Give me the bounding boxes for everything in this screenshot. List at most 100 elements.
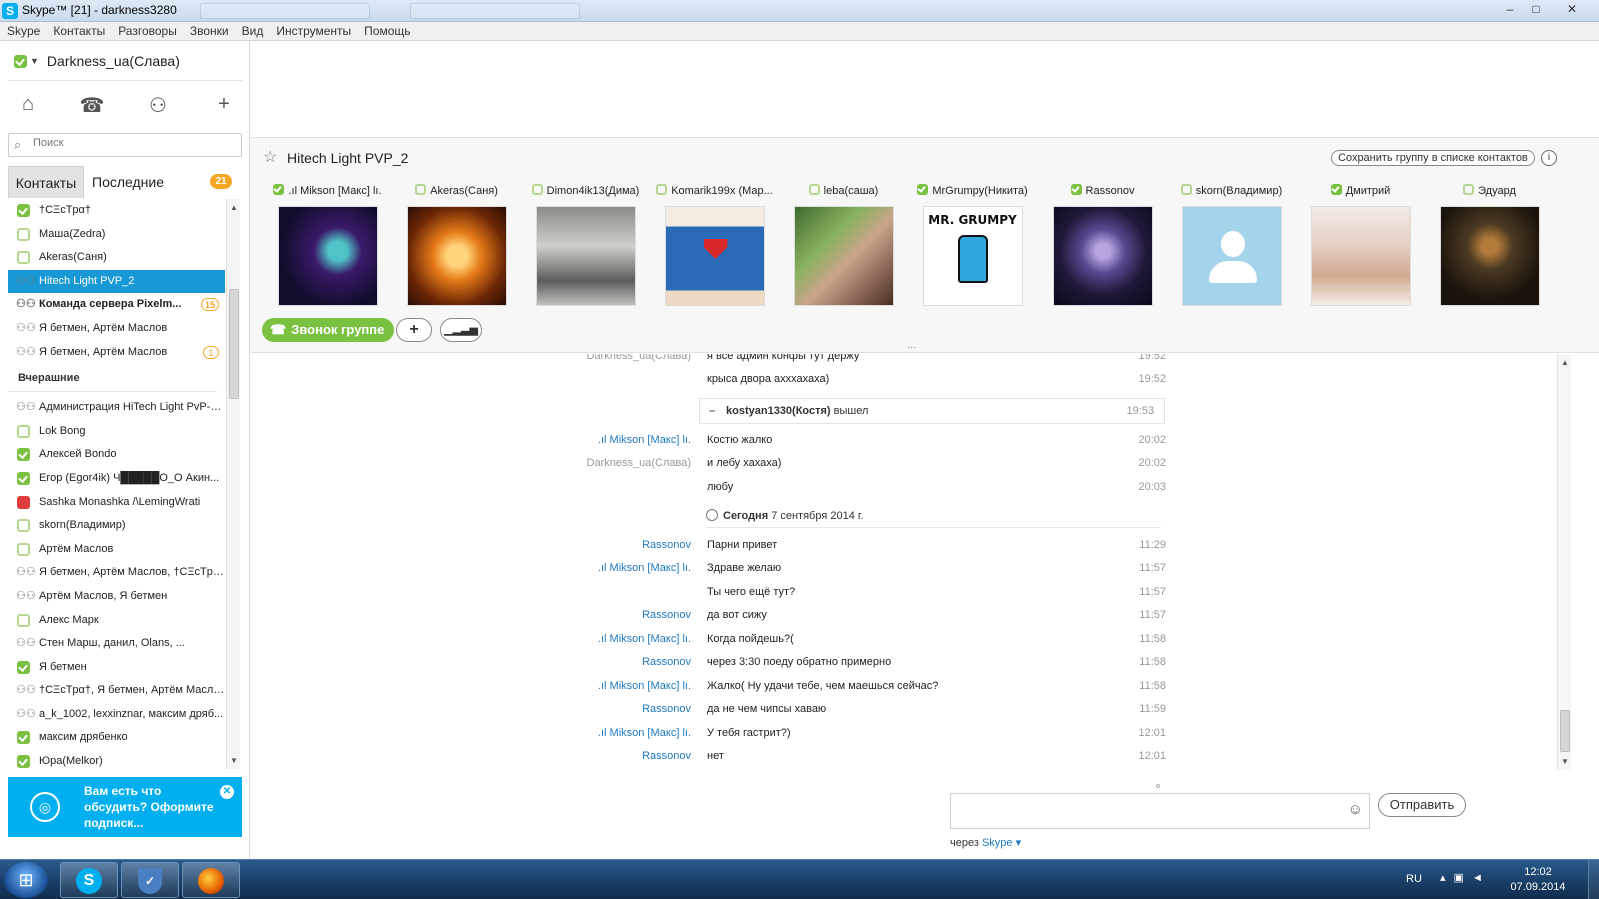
participant-avatar[interactable]: MR. GRUMPY <box>922 206 1023 306</box>
menu-item[interactable]: Вид <box>235 22 270 38</box>
add-participant-button[interactable]: + <box>396 318 432 342</box>
participant-tile[interactable]: Эдуард <box>1427 184 1552 306</box>
message-sender[interactable]: Rassonov <box>251 651 691 674</box>
show-desktop-button[interactable] <box>1588 860 1599 899</box>
promo-text[interactable]: Вам есть что обсудить? Оформите подписк.… <box>84 783 224 831</box>
participant-avatar[interactable] <box>1052 206 1153 306</box>
scroll-up-icon[interactable]: ▲ <box>230 203 238 212</box>
menu-item[interactable]: Звонки <box>183 22 235 38</box>
minimize-button[interactable]: – <box>1497 1 1523 19</box>
participant-tile[interactable]: MrGrumpy(Никита) MR. GRUMPY <box>910 184 1035 306</box>
participant-tile[interactable]: Dimon4ik13(Дима) <box>523 184 648 306</box>
online-status-icon[interactable] <box>14 54 27 68</box>
participant-tile[interactable]: .ıl Mikson [Макс] lı. <box>265 184 390 306</box>
volume-icon[interactable]: ◄ <box>1472 872 1491 884</box>
start-button[interactable]: ⊞ <box>4 862 48 898</box>
contact-item[interactable]: ⚇⚇ Стен Марш, данил, Olans, ... <box>8 632 225 656</box>
message-sender[interactable]: Darkness_ua(Слава) <box>251 452 691 475</box>
scroll-thumb[interactable] <box>229 289 239 399</box>
menu-item[interactable]: Разговоры <box>111 22 183 38</box>
message-input[interactable]: ☺ <box>950 793 1370 829</box>
chat-scrollbar[interactable]: ▲ ▼ <box>1557 354 1571 770</box>
message-sender[interactable]: .ıl Mikson [Макс] lı. <box>251 429 691 452</box>
participant-tile[interactable]: Дмитрий <box>1298 184 1423 306</box>
contact-item[interactable]: Sashka Monashka /\LemingWrati <box>8 491 225 515</box>
participant-avatar[interactable] <box>1310 206 1411 306</box>
menu-item[interactable]: Контакты <box>46 22 111 38</box>
search-box[interactable]: ⌕ <box>8 133 242 157</box>
home-icon[interactable]: ⌂ <box>8 93 48 121</box>
contact-item[interactable]: Юра(Melkor) <box>8 750 225 769</box>
phone-icon[interactable]: ☎ <box>72 93 112 121</box>
save-group-button[interactable]: Сохранить группу в списке контактов <box>1331 150 1535 166</box>
contact-item[interactable]: максим дрябенко <box>8 726 225 750</box>
scroll-down-icon[interactable]: ▼ <box>1561 757 1569 766</box>
tab-contacts[interactable]: Контакты <box>8 166 84 198</box>
contact-item[interactable]: Егор (Egor4ik) Ч█████О_О Акин... <box>8 467 225 491</box>
contact-item[interactable]: ⚇⚇ Артём Маслов, Я бетмен <box>8 585 225 609</box>
scroll-down-icon[interactable]: ▼ <box>230 756 238 765</box>
profile-status[interactable]: ▼ Darkness_ua(Слава) <box>14 53 180 73</box>
event-user[interactable]: kostyan1330(Костя) <box>726 405 831 417</box>
clock[interactable]: 12:02 07.09.2014 <box>1508 865 1568 895</box>
close-icon[interactable]: ✕ <box>220 785 234 799</box>
via-skype-link[interactable]: Skype <box>982 837 1013 849</box>
contact-item[interactable]: ⚇⚇ Я бетмен, Артём Маслов, †CΞcTpα† <box>8 561 225 585</box>
message-sender[interactable]: .ıl Mikson [Макс] lı. <box>251 722 691 745</box>
contact-item[interactable]: Я бетмен <box>8 656 225 680</box>
contact-item[interactable]: ⚇⚇ Я бетмен, Артём Маслов 1 <box>8 341 225 365</box>
star-icon[interactable]: ☆ <box>263 147 277 167</box>
send-button[interactable]: Отправить <box>1378 793 1466 817</box>
resize-handle-icon[interactable]: ... <box>907 339 916 351</box>
call-quality-button[interactable]: ▁▂▃▅ <box>440 318 482 342</box>
message-sender[interactable]: Darkness_ua(Слава) <box>251 354 691 368</box>
info-icon[interactable]: i <box>1541 150 1557 166</box>
message-sender[interactable]: .ıl Mikson [Макс] lı. <box>251 675 691 698</box>
participant-tile[interactable]: leba(саша) <box>781 184 906 306</box>
search-input[interactable] <box>33 137 233 149</box>
network-icon[interactable]: ▣ <box>1454 872 1472 884</box>
close-button[interactable]: ✕ <box>1552 1 1592 19</box>
contact-item[interactable]: †CΞcTpα† <box>8 199 225 223</box>
compose-resize-icon[interactable] <box>1156 784 1160 788</box>
contact-item[interactable]: ⚇⚇ a_k_1002, lexxinznar, максим дряб... <box>8 703 225 727</box>
scroll-thumb[interactable] <box>1560 710 1570 752</box>
profile-name[interactable]: Darkness_ua(Слава) <box>47 53 180 69</box>
message-sender[interactable]: .ıl Mikson [Макс] lı. <box>251 628 691 651</box>
language-indicator[interactable]: RU <box>1406 873 1422 885</box>
call-group-button[interactable]: ☎ Звонок группе <box>262 318 395 342</box>
participant-avatar[interactable] <box>1181 206 1282 306</box>
menu-item[interactable]: Помощь <box>357 22 416 38</box>
participant-tile[interactable]: Rassonov <box>1040 184 1165 306</box>
participant-avatar[interactable] <box>406 206 507 306</box>
contact-item[interactable]: ⚇⚇ Администрация HiTech Light PvP-P... <box>8 396 225 420</box>
participant-avatar[interactable] <box>535 206 636 306</box>
contact-item[interactable]: Lok Bong <box>8 420 225 444</box>
add-contact-icon[interactable]: + <box>204 93 244 121</box>
tab-recent[interactable]: Последние <box>92 166 212 198</box>
menu-item[interactable]: Инструменты <box>269 22 357 38</box>
chevron-down-icon[interactable]: ▾ <box>1016 837 1022 849</box>
message-sender[interactable]: Rassonov <box>251 698 691 721</box>
tray-expand-icon[interactable]: ▴ <box>1440 872 1454 884</box>
participant-avatar[interactable] <box>277 206 378 306</box>
message-sender[interactable]: Rassonov <box>251 534 691 557</box>
message-sender[interactable]: .ıl Mikson [Макс] lı. <box>251 557 691 580</box>
contact-item[interactable]: ⚇⚇ Я бетмен, Артём Маслов <box>8 317 225 341</box>
contact-item[interactable]: Маша(Zedra) <box>8 223 225 247</box>
maximize-button[interactable]: □ <box>1523 1 1549 19</box>
participant-tile[interactable]: Komarik199x (Мар... <box>652 184 777 306</box>
taskbar-skype[interactable]: S <box>60 862 118 898</box>
subscription-promo[interactable]: ◎ Вам есть что обсудить? Оформите подпис… <box>8 777 242 837</box>
contact-item[interactable]: Akeras(Саня) <box>8 246 225 270</box>
chevron-down-icon[interactable]: ▼ <box>30 56 39 66</box>
contact-item[interactable]: Алексей Bondo <box>8 443 225 467</box>
participant-avatar[interactable] <box>1439 206 1540 306</box>
scroll-up-icon[interactable]: ▲ <box>1561 358 1569 367</box>
contact-item[interactable]: Алекс Марк <box>8 609 225 633</box>
participant-tile[interactable]: skorn(Владимир) <box>1169 184 1294 306</box>
participant-avatar[interactable] <box>664 206 765 306</box>
group-icon[interactable]: ⚇ <box>138 93 178 121</box>
contact-item[interactable]: skorn(Владимир) <box>8 514 225 538</box>
participant-tile[interactable]: Akeras(Саня) <box>394 184 519 306</box>
